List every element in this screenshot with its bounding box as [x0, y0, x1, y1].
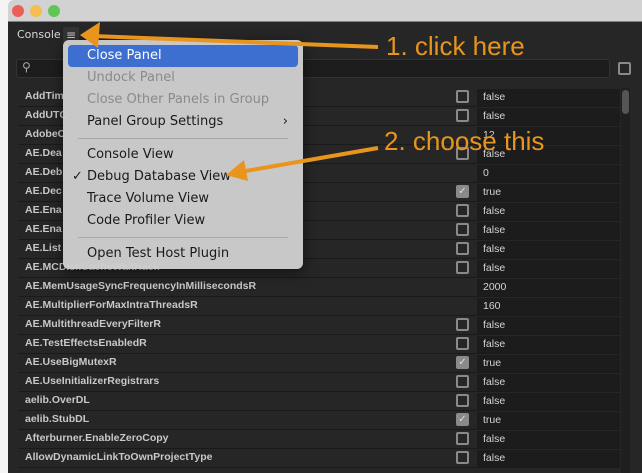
- arrow-2-line: [239, 146, 379, 174]
- arrow-2-head: [226, 160, 248, 181]
- annotation-arrows: [80, 22, 379, 181]
- arrow-1-line: [91, 34, 379, 49]
- annotation-step-2: 2. choose this: [384, 126, 545, 156]
- annotation-step-1: 1. click here: [386, 31, 525, 61]
- arrow-1-head: [80, 22, 100, 48]
